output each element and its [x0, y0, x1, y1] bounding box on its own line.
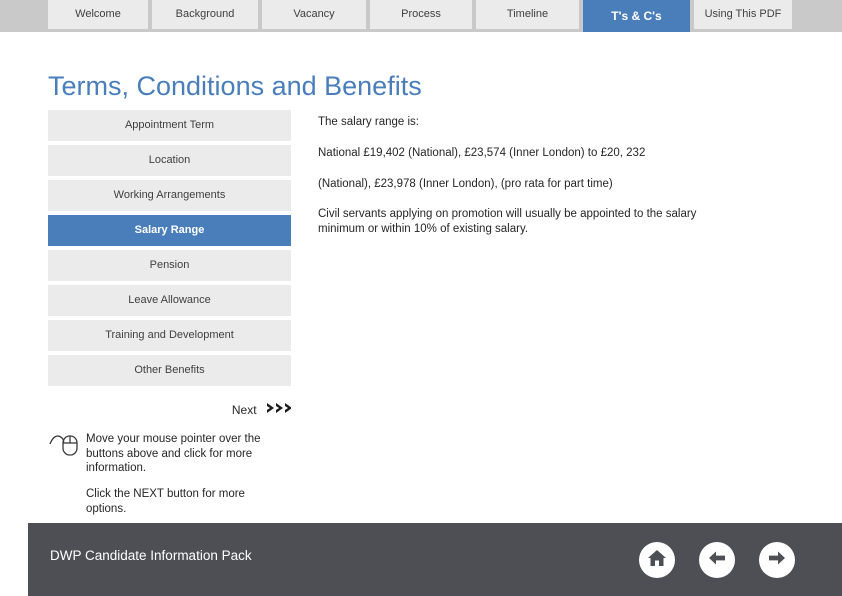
menu-item-salary-range[interactable]: Salary Range	[48, 215, 291, 246]
instruction-text-hover: Move your mouse pointer over the buttons…	[86, 433, 261, 474]
next-button[interactable]: Next	[48, 401, 292, 419]
tab-process[interactable]: Process	[370, 0, 472, 29]
home-icon	[646, 547, 668, 574]
tab-vacancy[interactable]: Vacancy	[262, 0, 366, 29]
back-button[interactable]	[699, 542, 735, 578]
footer-bar: DWP Candidate Information Pack	[28, 523, 842, 596]
content-paragraph: Civil servants applying on promotion wil…	[318, 208, 700, 235]
page-title: Terms, Conditions and Benefits	[48, 71, 422, 101]
section-menu: Appointment Term Location Working Arrangem…	[48, 110, 291, 390]
arrow-right-icon	[766, 547, 788, 574]
content-paragraph: The salary range is:	[318, 116, 419, 128]
tab-welcome[interactable]: Welcome	[48, 0, 148, 29]
footer-title: DWP Candidate Information Pack	[50, 548, 252, 563]
tab-background[interactable]: Background	[152, 0, 258, 29]
forward-button[interactable]	[759, 542, 795, 578]
arrow-left-icon	[706, 547, 728, 574]
content-panel: The salary range is: National £19,402 (Na…	[318, 114, 738, 237]
next-label: Next	[231, 403, 257, 417]
tab-timeline[interactable]: Timeline	[476, 0, 579, 29]
menu-item-pension[interactable]: Pension	[48, 250, 291, 281]
home-button[interactable]	[639, 542, 675, 578]
instruction-text-next: Click the NEXT button for more options.	[86, 488, 245, 515]
tab-strip: Welcome Background Vacancy Process Timeline T…	[0, 0, 842, 32]
content-paragraph: National £19,402 (National), £23,574 (In…	[318, 147, 646, 159]
double-chevron-right-icon	[267, 401, 292, 419]
computer-mouse-icon	[48, 430, 82, 465]
menu-item-appointment-term[interactable]: Appointment Term	[48, 110, 291, 141]
menu-item-working-arrangements[interactable]: Working Arrangements	[48, 180, 291, 211]
menu-item-training-and-development[interactable]: Training and Development	[48, 320, 291, 351]
menu-item-leave-allowance[interactable]: Leave Allowance	[48, 285, 291, 316]
menu-item-location[interactable]: Location	[48, 145, 291, 176]
tab-t-s-c-s[interactable]: T's & C's	[583, 0, 690, 32]
content-paragraph: (National), £23,978 (Inner London), (pro…	[318, 178, 613, 190]
tab-using-this-pdf[interactable]: Using This PDF	[694, 0, 792, 29]
menu-item-other-benefits[interactable]: Other Benefits	[48, 355, 291, 386]
